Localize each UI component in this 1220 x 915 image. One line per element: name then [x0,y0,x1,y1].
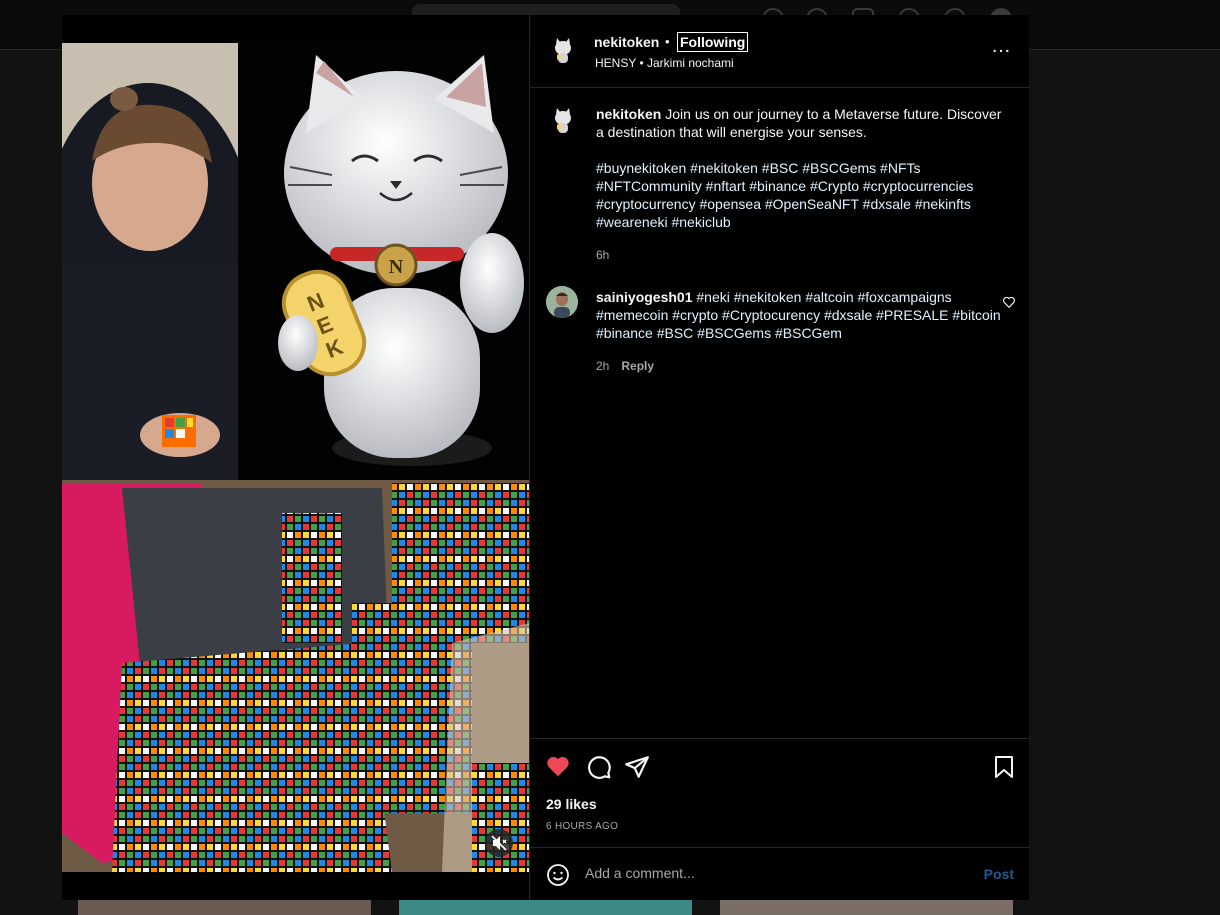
more-options-icon[interactable]: … [991,35,1012,58]
share-icon[interactable] [624,754,650,780]
svg-text:N: N [389,256,404,278]
caption-username[interactable]: nekitoken [596,106,661,122]
header-separator: • [665,34,670,49]
caption-timestamp[interactable]: 6h [596,248,609,262]
caption-hashtags[interactable]: #buynekitoken #nekitoken #BSC #BSCGems #… [596,159,1006,231]
comment-meta: 2h Reply [596,359,654,373]
post-timestamp[interactable]: 6 HOURS AGO [546,821,618,832]
post-video[interactable]: N N E K [62,43,529,872]
post-header: nekitoken • Following HENSY • Jarkimi no… [530,15,1030,88]
heart-filled-icon[interactable] [545,753,571,779]
cat-avatar-icon [548,106,578,136]
reply-button[interactable]: Reply [621,359,654,373]
comment-username[interactable]: sainiyogesh01 [596,289,693,305]
mute-button[interactable] [485,829,513,857]
author-avatar[interactable] [548,36,578,66]
background-grid-thumb [399,900,692,915]
post-details-panel: nekitoken • Following HENSY • Jarkimi no… [529,15,1030,900]
add-comment-bar: Post [530,847,1030,900]
post-modal: N N E K nekitoken • Following HENSY • Ja… [62,15,1030,900]
post-caption: nekitoken Join us on our journey to a Me… [596,105,1006,231]
post-actions: 29 likes 6 HOURS AGO [530,738,1030,848]
emoji-icon[interactable] [546,863,570,887]
likes-count[interactable]: 29 likes [546,796,597,812]
person-avatar-icon [546,286,578,318]
author-username[interactable]: nekitoken [594,34,659,50]
bookmark-icon[interactable] [992,754,1016,780]
commenter-avatar[interactable] [546,286,578,318]
following-button[interactable]: Following [677,32,749,52]
comment-item: sainiyogesh01 #neki #nekitoken #altcoin … [596,288,1006,342]
background-grid-thumb [78,900,371,915]
background-grid-thumb [720,900,1013,915]
caption-author-avatar[interactable] [548,106,578,136]
speaker-muted-icon [491,835,507,851]
comment-timestamp[interactable]: 2h [596,359,609,373]
audio-attribution[interactable]: HENSY • Jarkimi nochami [595,56,734,70]
cat-avatar-icon [548,36,578,66]
comment-input[interactable] [585,865,965,881]
comment-like-icon[interactable] [1002,295,1016,309]
video-frame-image: N N E K [62,43,529,872]
comment-icon[interactable] [586,754,612,780]
post-comment-button[interactable]: Post [984,866,1014,882]
